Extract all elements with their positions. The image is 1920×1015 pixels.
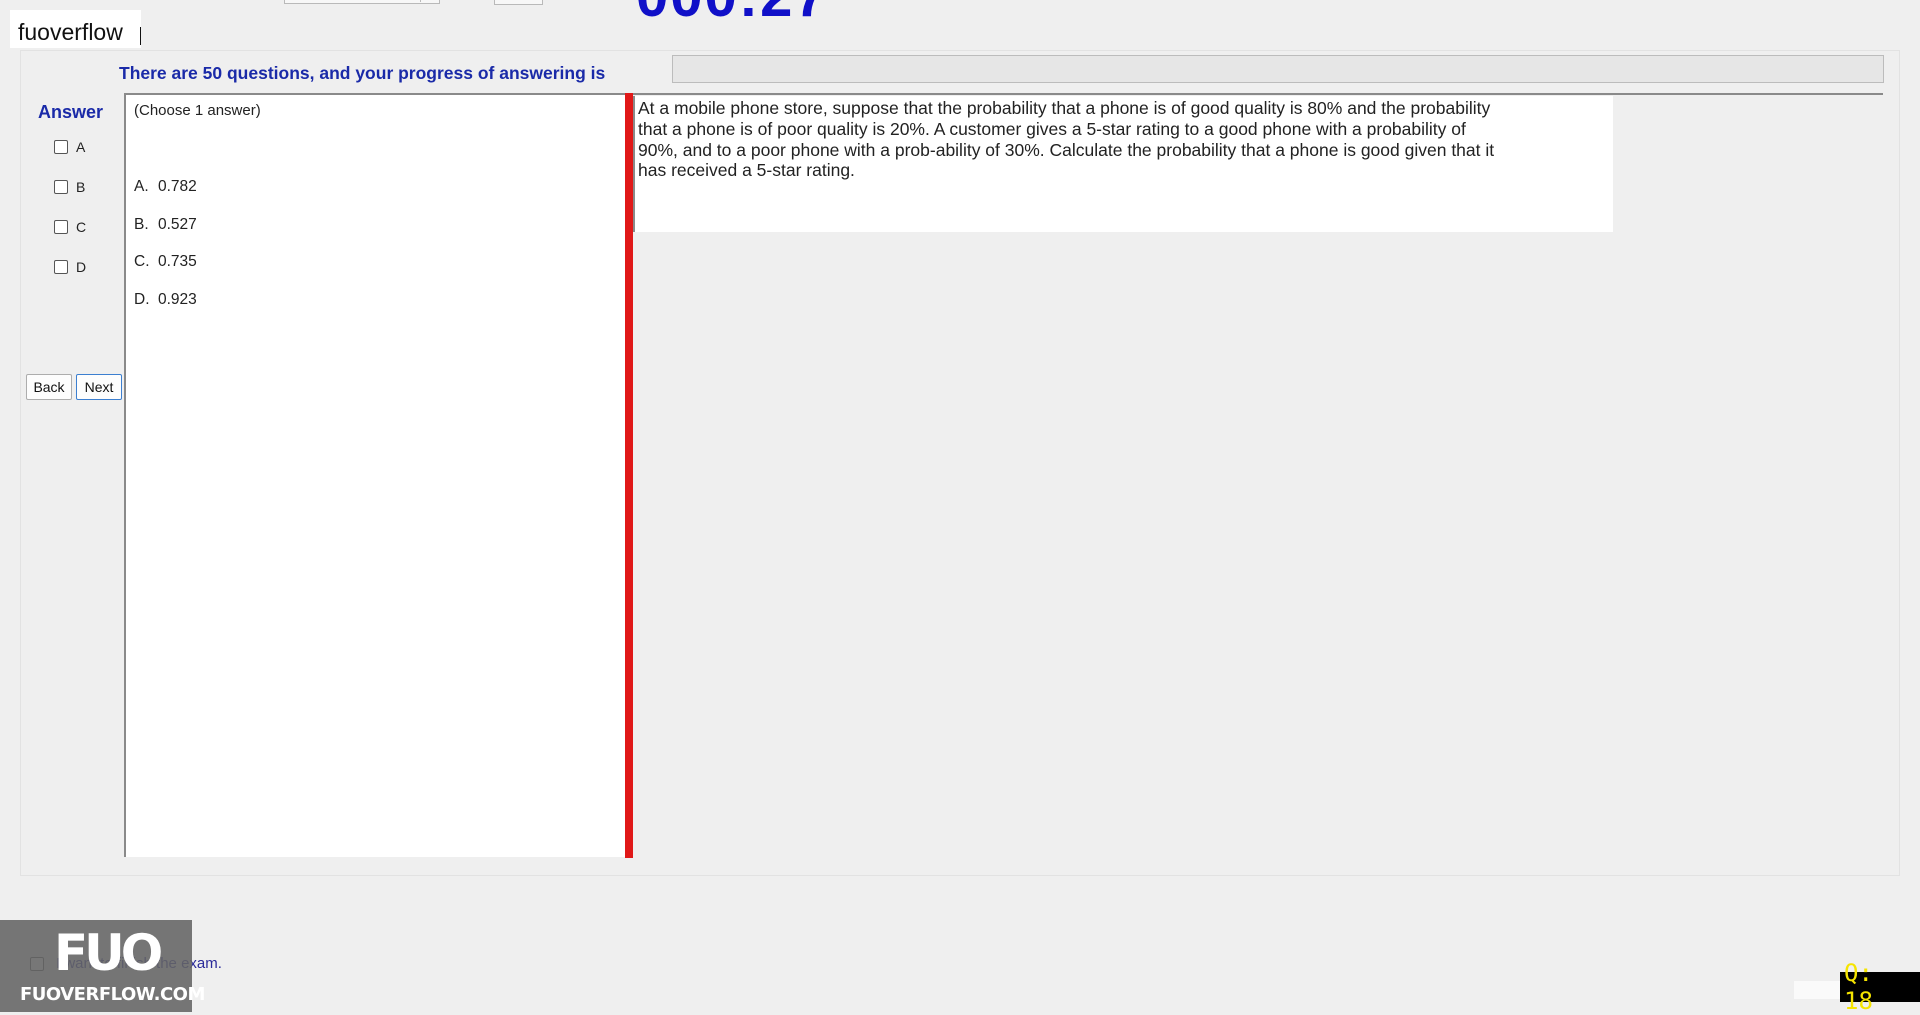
answer-title: Answer bbox=[38, 102, 104, 122]
option-item-a: A. 0.782 bbox=[134, 178, 197, 196]
checkbox-box[interactable] bbox=[54, 180, 68, 194]
option-value: 0.527 bbox=[158, 216, 197, 233]
question-line: 90%, and to a poor phone with a prob-abi… bbox=[638, 139, 1495, 160]
question-line: has received a 5-star rating. bbox=[638, 160, 855, 181]
option-key: C. bbox=[134, 253, 150, 270]
question-line: that a phone is of poor quality is 20%. … bbox=[638, 118, 1466, 139]
option-key: D. bbox=[134, 291, 150, 308]
question-line: At a mobile phone store, suppose that th… bbox=[638, 98, 1491, 118]
next-button[interactable]: Next bbox=[76, 374, 122, 400]
option-value: 0.735 bbox=[158, 253, 197, 270]
option-key: B. bbox=[134, 216, 149, 233]
option-item-c: C. 0.735 bbox=[134, 253, 197, 271]
text-caret bbox=[140, 27, 141, 45]
checkbox-label: A bbox=[76, 139, 86, 155]
options-panel bbox=[124, 93, 628, 857]
back-button[interactable]: Back bbox=[26, 374, 72, 400]
option-item-d: D. 0.923 bbox=[134, 291, 197, 309]
checkbox-box[interactable] bbox=[54, 140, 68, 154]
answer-checkbox-b[interactable]: B bbox=[54, 179, 85, 195]
checkbox-box[interactable] bbox=[54, 220, 68, 234]
option-value: 0.782 bbox=[158, 178, 197, 195]
option-value: 0.923 bbox=[158, 291, 197, 308]
option-key: A. bbox=[134, 178, 149, 195]
brand-text: fuoverflow bbox=[18, 19, 123, 45]
logo-site: FUOVERFLOW.COM bbox=[20, 984, 205, 1005]
choose-note: (Choose 1 answer) bbox=[134, 102, 261, 119]
panel-splitter[interactable] bbox=[625, 93, 633, 858]
logo-mark: FUO bbox=[54, 924, 163, 982]
checkbox-box[interactable] bbox=[54, 260, 68, 274]
answer-checkbox-a[interactable]: A bbox=[54, 139, 85, 155]
checkbox-label: B bbox=[76, 179, 86, 195]
checkbox-label: D bbox=[76, 259, 87, 275]
top-dropdown[interactable] bbox=[284, 0, 440, 4]
question-text: At a mobile phone store, suppose that th… bbox=[638, 98, 1568, 181]
checkbox-label: C bbox=[76, 219, 87, 235]
exam-timer: 000:27 bbox=[636, 0, 829, 26]
option-item-b: B. 0.527 bbox=[134, 216, 197, 234]
top-small-control[interactable] bbox=[494, 0, 543, 5]
question-counter: Q: 18 bbox=[1840, 959, 1920, 1015]
answer-checkbox-d[interactable]: D bbox=[54, 259, 86, 275]
counter-backdrop bbox=[1794, 981, 1840, 999]
answer-checkbox-c[interactable]: C bbox=[54, 219, 86, 235]
